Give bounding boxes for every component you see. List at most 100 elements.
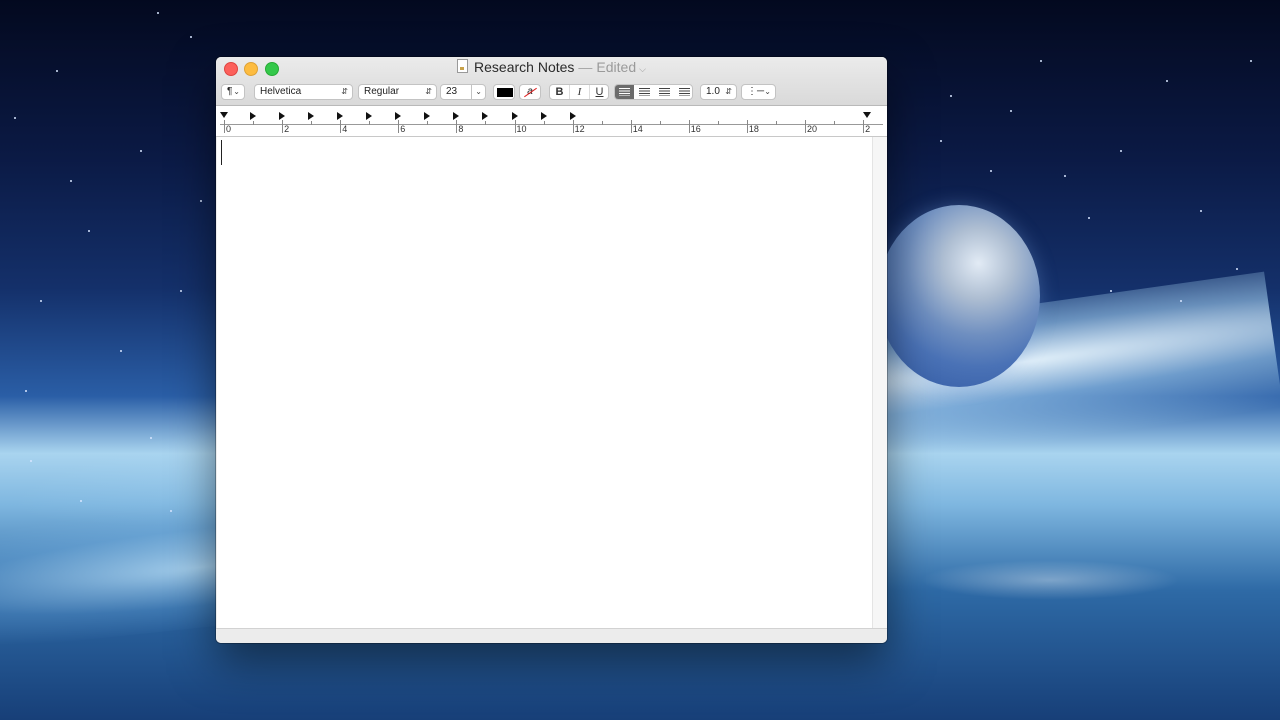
ruler-tick — [659, 121, 661, 125]
ruler-tick — [224, 120, 225, 133]
font-size-combo[interactable]: 23 ⌄ — [440, 84, 486, 100]
align-left-button[interactable] — [615, 85, 634, 99]
highlight-color-well[interactable]: a — [519, 84, 541, 100]
ruler-tick — [282, 120, 284, 133]
ruler-number: 16 — [690, 124, 701, 134]
align-center-icon — [639, 88, 650, 96]
justify-button[interactable] — [675, 85, 693, 99]
line-spacing-select[interactable]: 1.0 ⇵ — [700, 84, 737, 100]
star — [1236, 268, 1238, 270]
alignment-segmented — [614, 84, 693, 100]
paragraph-styles-button[interactable]: ¶ ⌄ — [221, 84, 245, 100]
font-family-value: Helvetica — [260, 86, 302, 97]
star — [70, 180, 72, 182]
justify-icon — [679, 88, 690, 96]
document-title: Research Notes — [474, 59, 575, 75]
ruler-tick — [863, 120, 865, 133]
align-right-button[interactable] — [655, 85, 674, 99]
ruler-tick — [369, 121, 371, 125]
text-caret — [221, 140, 222, 165]
star — [150, 437, 152, 439]
star — [940, 140, 942, 142]
align-center-button[interactable] — [635, 85, 654, 99]
chevron-down-icon: ⌄ — [764, 87, 771, 96]
ruler-tick — [456, 120, 458, 133]
tab-stop-marker[interactable] — [395, 112, 402, 120]
text-editor-area[interactable] — [217, 137, 872, 628]
font-traits-segmented: B I U — [549, 84, 609, 100]
star — [40, 300, 42, 302]
vertical-scrollbar[interactable] — [872, 137, 887, 628]
lists-button[interactable]: ⋮─ ⌄ — [741, 84, 776, 100]
star — [120, 350, 122, 352]
cloud-wisp — [920, 560, 1180, 600]
star — [1110, 290, 1112, 292]
font-style-select[interactable]: Regular ⇵ — [358, 84, 437, 100]
star — [1166, 80, 1168, 82]
list-bullets-icon: ⋮─ — [747, 86, 765, 97]
paragraph-icon: ¶ — [227, 86, 233, 97]
tab-stop-marker[interactable] — [511, 112, 518, 120]
ruler-number: 0 — [226, 124, 232, 134]
ruler-tick — [688, 120, 690, 133]
font-size-value: 23 — [446, 86, 458, 97]
star — [200, 200, 202, 202]
star — [1250, 60, 1252, 62]
star — [1064, 175, 1066, 177]
chevron-down-icon: ⌄ — [233, 87, 240, 96]
ruler[interactable]: 0 2 4 6 8 10 12 14 16 18 20 2 — [216, 106, 887, 137]
ruler-tick — [398, 120, 400, 133]
star — [190, 36, 192, 38]
star — [990, 170, 992, 172]
ruler-tick — [485, 121, 487, 125]
tab-stop-marker[interactable] — [569, 112, 576, 120]
tab-stop-marker[interactable] — [482, 112, 489, 120]
text-color-well[interactable] — [493, 84, 515, 100]
text-color-swatch — [497, 88, 513, 97]
star — [30, 460, 32, 462]
star — [180, 290, 182, 292]
up-down-arrows-icon: ⇵ — [425, 87, 432, 96]
tab-stop-marker[interactable] — [366, 112, 373, 120]
ruler-number: 12 — [574, 124, 585, 134]
tab-stop-marker[interactable] — [250, 112, 257, 120]
tab-stop-marker[interactable] — [337, 112, 344, 120]
tab-stop-marker[interactable] — [424, 112, 431, 120]
title-separator: — — [578, 59, 593, 75]
left-indent-marker[interactable] — [220, 112, 228, 118]
moon-image — [878, 205, 1040, 387]
underline-button[interactable]: U — [590, 85, 609, 99]
edited-status: Edited — [596, 59, 637, 75]
chevron-down-icon[interactable]: ⌄ — [471, 85, 482, 99]
star — [1180, 300, 1182, 302]
chevron-down-icon[interactable]: ⌵ — [639, 64, 646, 74]
ruler-number: 4 — [342, 124, 348, 134]
star — [170, 510, 172, 512]
ruler-tick — [253, 121, 255, 125]
star — [14, 117, 16, 119]
bold-button[interactable]: B — [550, 85, 570, 99]
ruler-tick — [601, 121, 603, 125]
ruler-tick — [746, 120, 748, 133]
star — [1120, 150, 1122, 152]
window-title-area[interactable]: Research Notes — Edited ⌵ — [216, 59, 887, 77]
font-family-select[interactable]: Helvetica ⇵ — [254, 84, 353, 100]
tab-stop-marker[interactable] — [540, 112, 547, 120]
ruler-tick — [630, 120, 632, 133]
ruler-tick — [775, 121, 777, 125]
tab-stop-marker[interactable] — [308, 112, 315, 120]
title-bar[interactable]: Research Notes — Edited ⌵ ¶ ⌄ Helvetica ⇵ R… — [216, 57, 887, 106]
up-down-arrows-icon: ⇵ — [725, 87, 732, 96]
window-bottom-bar — [216, 628, 887, 643]
tab-stop-marker[interactable] — [279, 112, 286, 120]
ruler-baseline — [220, 124, 883, 125]
star — [1040, 60, 1042, 62]
ruler-number: 6 — [400, 124, 406, 134]
right-margin-marker[interactable] — [863, 112, 871, 118]
star — [1010, 110, 1012, 112]
italic-button[interactable]: I — [570, 85, 590, 99]
tab-stop-marker[interactable] — [453, 112, 460, 120]
ruler-tick — [311, 121, 313, 125]
textedit-window: Research Notes — Edited ⌵ ¶ ⌄ Helvetica ⇵ R… — [216, 57, 887, 643]
ruler-tick — [572, 120, 574, 133]
